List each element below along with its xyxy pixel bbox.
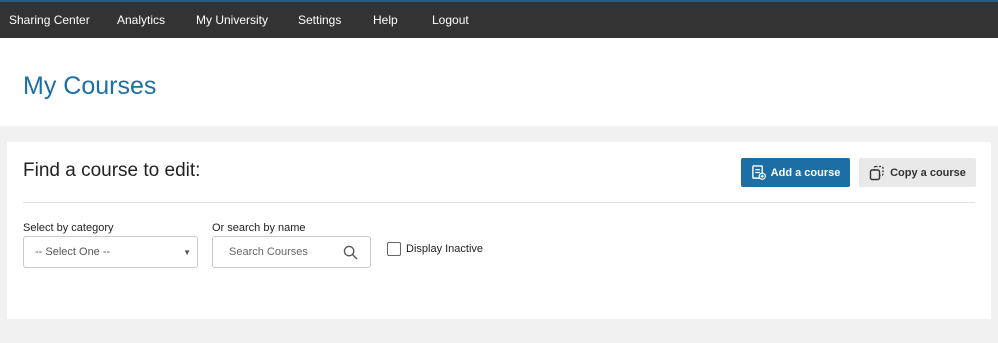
page-header: My Courses [0,38,998,126]
display-inactive-label: Display Inactive [406,243,484,255]
page-title: My Courses [23,72,157,100]
nav-item-sharing-center[interactable]: Sharing Center [9,13,90,27]
nav-item-analytics[interactable]: Analytics [117,13,165,27]
category-selected-value: -- Select One -- [35,246,111,258]
nav-item-help[interactable]: Help [373,13,398,27]
add-course-button[interactable]: Add a course [741,158,850,187]
dropdown-caret-icon: ▼ [183,248,191,257]
nav-item-logout[interactable]: Logout [432,13,469,27]
find-course-panel: Find a course to edit: Add a course Copy… [7,142,991,319]
search-label: Or search by name [212,222,306,234]
copy-icon [869,165,885,181]
nav-item-settings[interactable]: Settings [298,13,341,27]
search-input[interactable] [219,243,339,261]
nav-item-my-university[interactable]: My University [196,13,268,27]
category-label: Select by category [23,222,114,234]
add-document-icon [751,165,766,180]
search-icon[interactable] [343,245,358,260]
copy-course-label: Copy a course [890,166,966,179]
category-select[interactable]: -- Select One -- ▼ [23,236,198,268]
display-inactive-checkbox[interactable] [387,242,401,256]
divider [23,202,975,203]
display-inactive-toggle[interactable]: Display Inactive [387,242,483,256]
add-course-label: Add a course [770,166,841,179]
panel-title: Find a course to edit: [23,160,201,181]
copy-course-button[interactable]: Copy a course [859,158,976,187]
search-field-container [212,236,371,268]
top-navigation-bar: Sharing Center Analytics My University S… [0,0,998,38]
